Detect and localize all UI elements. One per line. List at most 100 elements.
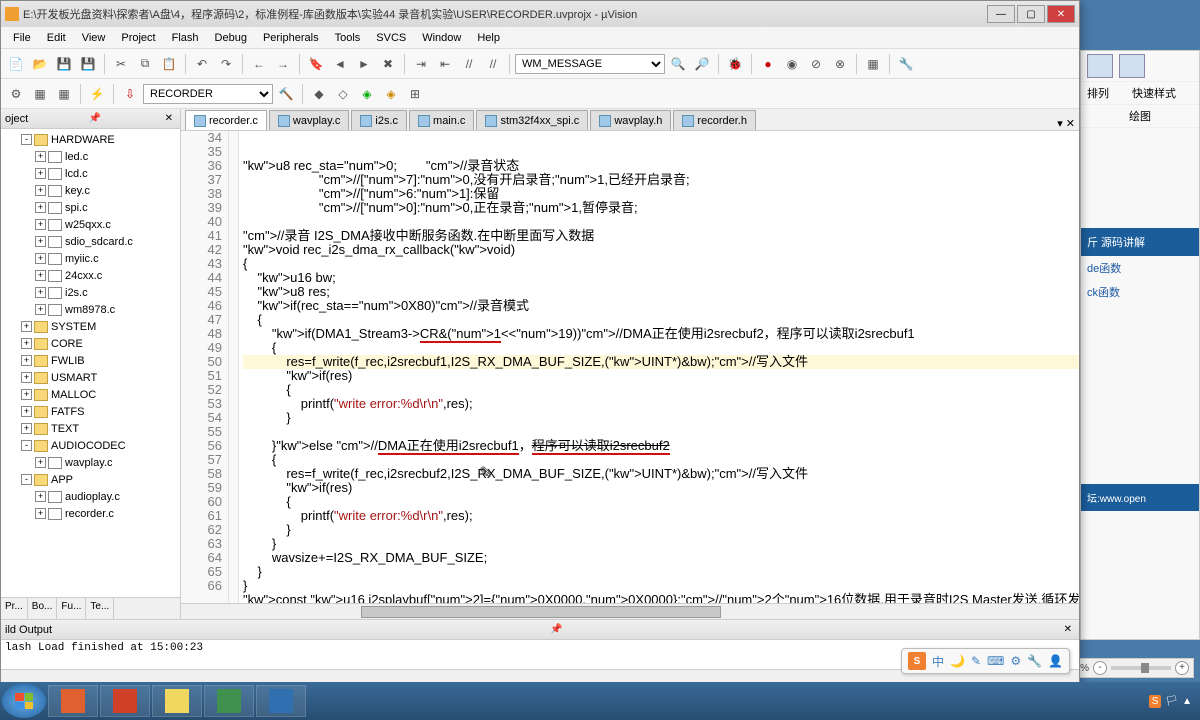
- close-button[interactable]: ✕: [1047, 5, 1075, 23]
- comment-button[interactable]: //: [458, 53, 480, 75]
- ime-lang-toggle[interactable]: 中: [932, 653, 944, 670]
- copy-button[interactable]: ⧉: [134, 53, 156, 75]
- disable-bp-button[interactable]: ⊘: [805, 53, 827, 75]
- menu-svcs[interactable]: SVCS: [368, 30, 414, 46]
- tab-project[interactable]: Pr...: [1, 598, 28, 619]
- ime-tool-icon[interactable]: 🔧: [1027, 654, 1042, 668]
- debug-button[interactable]: 🐞: [724, 53, 746, 75]
- tree-node-sdio_sdcard-c[interactable]: +sdio_sdcard.c: [3, 233, 178, 250]
- build-button[interactable]: ▦: [29, 83, 51, 105]
- menu-project[interactable]: Project: [113, 30, 163, 46]
- manage-project-button[interactable]: ◆: [308, 83, 330, 105]
- tree-expander-icon[interactable]: +: [35, 457, 46, 468]
- tree-node-i2s-c[interactable]: +i2s.c: [3, 284, 178, 301]
- file-tab-wavplay-h[interactable]: wavplay.h: [590, 110, 671, 130]
- new-file-button[interactable]: 📄: [5, 53, 27, 75]
- bookmark-next-button[interactable]: ►: [353, 53, 375, 75]
- target-combo[interactable]: RECORDER: [143, 84, 273, 104]
- tab-functions[interactable]: Fu...: [57, 598, 86, 619]
- taskbar-app-uvision[interactable]: [204, 685, 254, 717]
- menu-window[interactable]: Window: [414, 30, 469, 46]
- rebuild-button[interactable]: ▦: [53, 83, 75, 105]
- tab-templates[interactable]: Te...: [86, 598, 114, 619]
- pack-installer-button[interactable]: ⊞: [404, 83, 426, 105]
- save-button[interactable]: 💾: [53, 53, 75, 75]
- tree-node-24cxx-c[interactable]: +24cxx.c: [3, 267, 178, 284]
- menu-file[interactable]: File: [5, 30, 39, 46]
- tree-node-spi-c[interactable]: +spi.c: [3, 199, 178, 216]
- message-filter-combo[interactable]: WM_MESSAGE: [515, 54, 665, 74]
- undo-button[interactable]: ↶: [191, 53, 213, 75]
- menu-view[interactable]: View: [74, 30, 114, 46]
- tray-up-icon[interactable]: ▲: [1182, 696, 1192, 707]
- tree-expander-icon[interactable]: +: [21, 389, 32, 400]
- tree-node-MALLOC[interactable]: +MALLOC: [3, 386, 178, 403]
- manage-books-button[interactable]: ◇: [332, 83, 354, 105]
- tree-expander-icon[interactable]: +: [21, 372, 32, 383]
- tree-node-audioplay-c[interactable]: +audioplay.c: [3, 488, 178, 505]
- fold-column[interactable]: [229, 131, 239, 603]
- tray-ime-icon[interactable]: S: [1149, 695, 1162, 708]
- build-output-pin[interactable]: 📌: [547, 624, 565, 635]
- tree-node-SYSTEM[interactable]: +SYSTEM: [3, 318, 178, 335]
- bookmark-clear-button[interactable]: ✖: [377, 53, 399, 75]
- tree-expander-icon[interactable]: +: [35, 253, 46, 264]
- find-in-files-button[interactable]: 🔎: [691, 53, 713, 75]
- code-editor[interactable]: 3435363738394041424344454647484950515253…: [181, 131, 1079, 603]
- tree-expander-icon[interactable]: +: [21, 321, 32, 332]
- project-panel-close[interactable]: ✕: [162, 113, 176, 124]
- maximize-button[interactable]: ▢: [1017, 5, 1045, 23]
- nav-fwd-button[interactable]: →: [272, 53, 294, 75]
- ime-toolbar[interactable]: S 中 🌙 ✎ ⌨ ⚙ 🔧 👤: [901, 648, 1070, 674]
- save-all-button[interactable]: 💾: [77, 53, 99, 75]
- batch-build-button[interactable]: ⚡: [86, 83, 108, 105]
- kill-bp-button[interactable]: ⊗: [829, 53, 851, 75]
- zoom-slider[interactable]: [1111, 666, 1171, 670]
- tree-expander-icon[interactable]: +: [35, 168, 46, 179]
- tab-books[interactable]: Bo...: [28, 598, 58, 619]
- tree-node-TEXT[interactable]: +TEXT: [3, 420, 178, 437]
- tree-node-lcd-c[interactable]: +lcd.c: [3, 165, 178, 182]
- tree-expander-icon[interactable]: +: [35, 491, 46, 502]
- configure-button[interactable]: 🔧: [895, 53, 917, 75]
- tree-expander-icon[interactable]: -: [21, 134, 32, 145]
- bg-link-1[interactable]: ck函数: [1081, 280, 1199, 304]
- tree-expander-icon[interactable]: +: [35, 287, 46, 298]
- open-file-button[interactable]: 📂: [29, 53, 51, 75]
- tree-expander-icon[interactable]: +: [35, 304, 46, 315]
- tree-node-w25qxx-c[interactable]: +w25qxx.c: [3, 216, 178, 233]
- bg-link-0[interactable]: de函数: [1081, 256, 1199, 280]
- bookmark-button[interactable]: 🔖: [305, 53, 327, 75]
- file-tab-recorder-h[interactable]: recorder.h: [673, 110, 756, 130]
- build-output-close[interactable]: ✕: [1061, 624, 1075, 635]
- breakpoint-button[interactable]: ◉: [781, 53, 803, 75]
- tree-node-key-c[interactable]: +key.c: [3, 182, 178, 199]
- tree-node-FATFS[interactable]: +FATFS: [3, 403, 178, 420]
- tree-node-AUDIOCODEC[interactable]: -AUDIOCODEC: [3, 437, 178, 454]
- tree-expander-icon[interactable]: +: [35, 508, 46, 519]
- tree-expander-icon[interactable]: +: [35, 236, 46, 247]
- record-button[interactable]: ●: [757, 53, 779, 75]
- file-tab-stm32f4xx_spi-c[interactable]: stm32f4xx_spi.c: [476, 110, 588, 130]
- tree-node-led-c[interactable]: +led.c: [3, 148, 178, 165]
- system-tray[interactable]: S 🏳 ▲: [1149, 695, 1198, 708]
- tree-node-HARDWARE[interactable]: -HARDWARE: [3, 131, 178, 148]
- project-tree[interactable]: -HARDWARE+led.c+lcd.c+key.c+spi.c+w25qxx…: [1, 129, 180, 597]
- tab-close-icon[interactable]: ✕: [1066, 117, 1075, 130]
- uncomment-button[interactable]: //: [482, 53, 504, 75]
- download-button[interactable]: ⇩: [119, 83, 141, 105]
- taskbar-app-wps[interactable]: [256, 685, 306, 717]
- ime-punct-icon[interactable]: ✎: [971, 654, 981, 668]
- tree-expander-icon[interactable]: +: [35, 151, 46, 162]
- zoom-out-button[interactable]: -: [1093, 661, 1107, 675]
- window-layout-button[interactable]: ▦: [862, 53, 884, 75]
- menu-tools[interactable]: Tools: [327, 30, 369, 46]
- tree-node-wavplay-c[interactable]: +wavplay.c: [3, 454, 178, 471]
- ime-logo-icon[interactable]: S: [908, 652, 926, 670]
- manage-rte-button[interactable]: ◈: [356, 83, 378, 105]
- taskbar-app-pdf[interactable]: [48, 685, 98, 717]
- target-options-button[interactable]: 🔨: [275, 83, 297, 105]
- outdent-button[interactable]: ⇤: [434, 53, 456, 75]
- minimize-button[interactable]: —: [987, 5, 1015, 23]
- taskbar-app-explorer[interactable]: [152, 685, 202, 717]
